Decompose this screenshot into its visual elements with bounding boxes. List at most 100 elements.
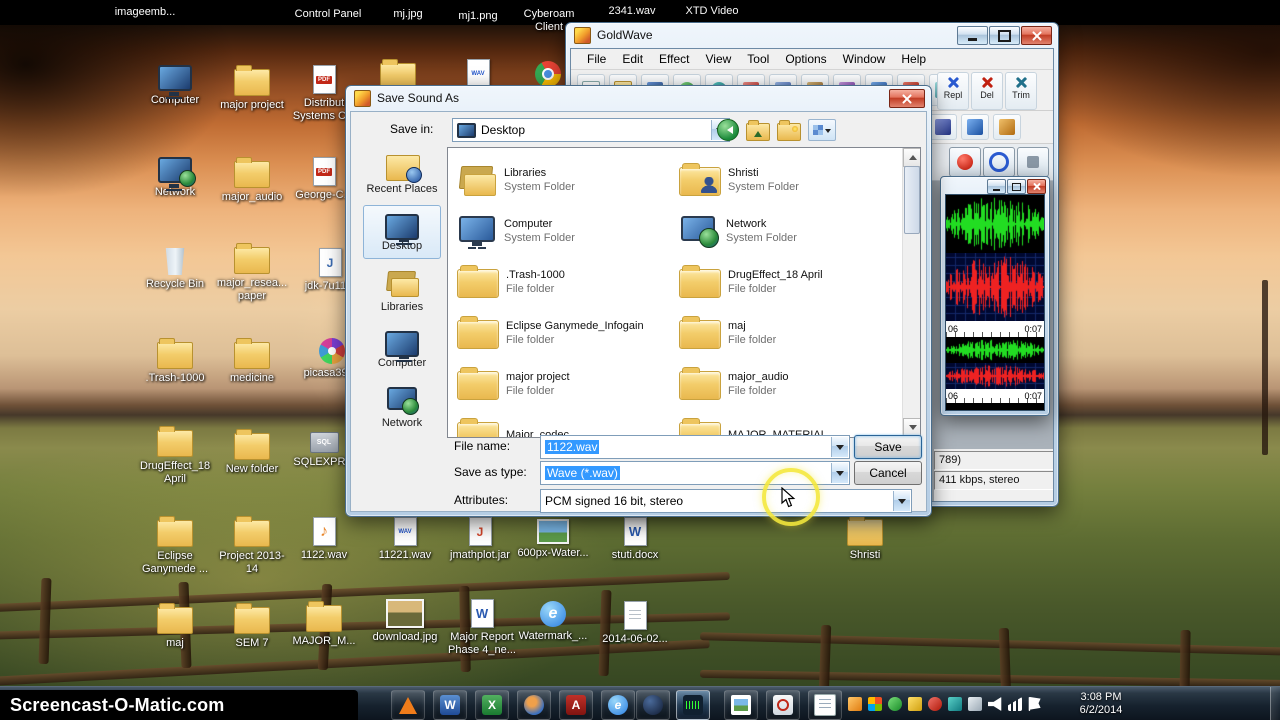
dialog-titlebar[interactable]: Save Sound As: [346, 86, 931, 110]
green-tray-icon[interactable]: [888, 697, 902, 711]
desktop-icon-major-project[interactable]: major project: [214, 64, 290, 112]
scroll-up-button[interactable]: [903, 148, 920, 167]
save-in-combobox[interactable]: Desktop: [452, 118, 730, 142]
attributes-combobox[interactable]: PCM signed 16 bit, stereo: [540, 489, 912, 513]
file-item-eclipse-ganymede-infogain[interactable]: Eclipse Ganymede_Infogain File folder: [453, 307, 675, 358]
place-recent-places[interactable]: Recent Places: [364, 147, 440, 199]
desktop-icon-recycle-bin[interactable]: Recycle Bin: [137, 245, 213, 291]
record-button[interactable]: [949, 147, 981, 177]
desktop-icon-major-resea-paper[interactable]: major_resea... paper: [214, 242, 290, 303]
menu-view[interactable]: View: [698, 50, 740, 68]
control-minimize-button[interactable]: [987, 179, 1006, 194]
maximize-button[interactable]: [989, 26, 1020, 45]
goldwave-control-window[interactable]: 06 0:07 06 0:07: [940, 176, 1050, 416]
blue-tool-button[interactable]: [961, 114, 989, 140]
menu-file[interactable]: File: [579, 50, 614, 68]
navy-tool-button[interactable]: [929, 114, 957, 140]
sphere-taskbar-button[interactable]: [636, 690, 670, 720]
file-item-libraries[interactable]: Libraries System Folder: [453, 154, 675, 205]
desktop-icon-control-panel[interactable]: Control Panel: [290, 8, 366, 21]
back-button[interactable]: [717, 119, 739, 141]
dialog-close-button[interactable]: [889, 89, 925, 108]
vlc-taskbar-button[interactable]: [391, 690, 425, 720]
desktop-icon-major-audio[interactable]: major_audio: [214, 156, 290, 204]
desktop-icon-network[interactable]: Network: [137, 154, 213, 199]
media2-taskbar-button[interactable]: [517, 690, 551, 720]
taskbar-clock[interactable]: 3:08 PM 6/2/2014: [1066, 691, 1136, 717]
desktop-icon-sem-7[interactable]: SEM 7: [214, 602, 290, 650]
goldwave-taskbar-button[interactable]: [676, 690, 710, 720]
desktop-icon-jmathplot-jar[interactable]: jmathplot.jar: [442, 514, 518, 562]
desktop-icon-xtd-video[interactable]: XTD Video: [674, 5, 750, 18]
up-one-level-button[interactable]: [746, 119, 770, 141]
chevron-down-icon[interactable]: [831, 437, 848, 457]
save-button[interactable]: Save: [854, 435, 922, 459]
del-button[interactable]: Del: [971, 72, 1003, 110]
adobe-taskbar-button[interactable]: [559, 690, 593, 720]
desktop-icon-major-report-phase-4-ne[interactable]: Major Report Phase 4_ne...: [444, 596, 520, 657]
control-titlebar[interactable]: [941, 177, 1049, 194]
save-sound-as-dialog[interactable]: Save Sound As Save in: Desktop Recent Pl…: [345, 85, 932, 517]
file-item-major-codec[interactable]: Major_codec: [453, 409, 675, 437]
file-item-maj[interactable]: maj File folder: [675, 307, 897, 358]
new-folder-button[interactable]: [777, 119, 801, 141]
network-tray-icon[interactable]: [1008, 697, 1022, 711]
desktop-icon-new-folder[interactable]: New folder: [214, 428, 290, 476]
place-network[interactable]: Network: [364, 381, 440, 433]
desktop-icon-2014-06-02[interactable]: 2014-06-02...: [597, 598, 673, 646]
desktop-icon-computer[interactable]: Computer: [137, 62, 213, 107]
menu-options[interactable]: Options: [777, 50, 834, 68]
gray-tray-icon[interactable]: [968, 697, 982, 711]
menu-window[interactable]: Window: [835, 50, 894, 68]
desktop-icon-watermark[interactable]: Watermark_...: [515, 598, 591, 643]
desktop-icon-project-2013-14[interactable]: Project 2013-14: [214, 515, 290, 576]
desktop-icon-eclipse-ganymede[interactable]: Eclipse Ganymede ...: [137, 515, 213, 576]
desktop-icon-2341-wav[interactable]: 2341.wav: [594, 5, 670, 18]
ie-taskbar-button[interactable]: [601, 690, 635, 720]
control-restore-button[interactable]: [1007, 179, 1026, 194]
minimize-button[interactable]: [957, 26, 988, 45]
flag-tray-icon[interactable]: [1028, 697, 1041, 711]
desktop-icon-download-jpg[interactable]: download.jpg: [367, 596, 443, 644]
scrollbar-thumb[interactable]: [904, 166, 920, 234]
desktop-icon-major-m[interactable]: MAJOR_M...: [286, 600, 362, 648]
desktop-icon-trash-1000[interactable]: .Trash-1000: [137, 337, 213, 385]
chevron-down-icon[interactable]: [893, 491, 910, 511]
desktop-icon-mj1-png[interactable]: mj1.png: [440, 10, 516, 23]
file-item-network[interactable]: Network System Folder: [675, 205, 897, 256]
control-close-button[interactable]: [1027, 179, 1046, 194]
menu-help[interactable]: Help: [893, 50, 934, 68]
desktop-icon-11221-wav[interactable]: 11221.wav: [367, 514, 443, 562]
cancel-button[interactable]: Cancel: [854, 461, 922, 485]
chevron-down-icon[interactable]: [831, 463, 848, 483]
teal-tray-icon[interactable]: [948, 697, 962, 711]
speaker-tray-icon[interactable]: [988, 697, 1002, 711]
desktop-icon-medicine[interactable]: medicine: [214, 337, 290, 385]
file-name-combobox[interactable]: 1122.wav: [540, 435, 850, 459]
notepad-taskbar-button[interactable]: [808, 690, 842, 720]
orange-tool-button[interactable]: [993, 114, 1021, 140]
file-item-shristi[interactable]: Shristi System Folder: [675, 154, 897, 205]
yellow-tray-icon[interactable]: [908, 697, 922, 711]
file-list[interactable]: Libraries System Folder Shristi System Fold…: [447, 147, 921, 438]
win-tray-icon[interactable]: [868, 697, 882, 711]
stop-button[interactable]: [1017, 147, 1049, 177]
red-tray-icon[interactable]: [928, 697, 942, 711]
desktop-icon-1122-wav[interactable]: 1122.wav: [286, 514, 362, 562]
close-button[interactable]: [1021, 26, 1052, 45]
desktop-icon-stuti-docx[interactable]: stuti.docx: [597, 514, 673, 562]
file-item-computer[interactable]: Computer System Folder: [453, 205, 675, 256]
snip-taskbar-button[interactable]: [766, 690, 800, 720]
desktop-icon-maj[interactable]: maj: [137, 602, 213, 650]
trim-button[interactable]: Trim: [1005, 72, 1037, 110]
desktop-icon-drugeffect-18-april[interactable]: DrugEffect_18 April: [137, 425, 213, 486]
desktop-icon-mj-jpg[interactable]: mj.jpg: [370, 8, 446, 21]
orange-tray-icon[interactable]: [848, 697, 862, 711]
file-item-trash-1000[interactable]: .Trash-1000 File folder: [453, 256, 675, 307]
show-desktop-button[interactable]: [1270, 687, 1280, 720]
file-item-major-material[interactable]: MAJOR_MATERIAL: [675, 409, 897, 437]
view-menu-button[interactable]: [808, 119, 836, 141]
file-item-major-audio[interactable]: major_audio File folder: [675, 358, 897, 409]
scrollbar[interactable]: [902, 148, 920, 437]
menu-effect[interactable]: Effect: [651, 50, 697, 68]
